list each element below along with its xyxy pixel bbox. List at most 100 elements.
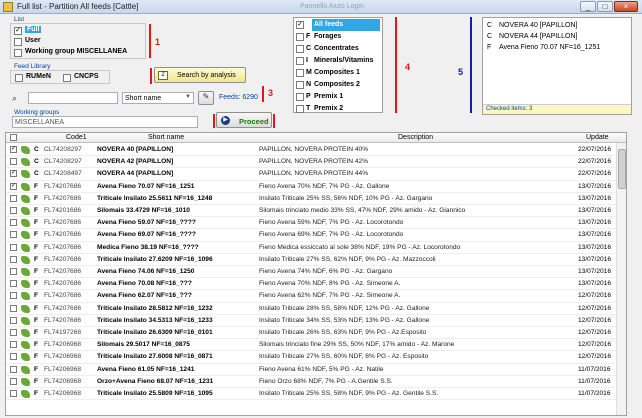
table-row[interactable]: F FL74197268 Triticale Insilato 26.6309 NF…: [6, 327, 626, 340]
table-row[interactable]: F FL74206968 Silomais 29.5017 NF=16_0875 Si…: [6, 339, 626, 352]
category-row[interactable]: T Premix 2: [294, 103, 382, 115]
scrollbar-thumb[interactable]: [618, 149, 626, 189]
table-row[interactable]: F FL74207686 Triticale Insilato 25.5611 NF…: [6, 193, 626, 205]
rumen-checkbox[interactable]: [15, 74, 23, 82]
row-checkbox[interactable]: [10, 390, 17, 397]
select-all-checkbox[interactable]: [10, 134, 17, 141]
row-short-name: Triticale Insilato 28.5812 NF=16_1232: [97, 304, 213, 312]
row-checkbox[interactable]: [10, 243, 17, 251]
close-button[interactable]: ×: [614, 1, 638, 12]
table-row[interactable]: F FL74206968 Triticale Insilato 27.6008 NF…: [6, 351, 626, 364]
table-row[interactable]: ✓ C CL74208297 NOVERA 40 [PAPILLON] PAPILLON…: [6, 144, 626, 157]
row-checkbox[interactable]: [10, 292, 17, 300]
row-checkbox[interactable]: [10, 377, 17, 385]
edit-button[interactable]: ✎: [198, 91, 214, 105]
table-row[interactable]: F FL74207686 Avena Fieno 62.07 NF=16_??? Fi…: [6, 290, 626, 303]
category-checkbox[interactable]: [296, 57, 304, 65]
list-working-group-checkbox[interactable]: [14, 49, 22, 57]
row-checkbox[interactable]: [10, 329, 17, 336]
category-checkbox[interactable]: [296, 69, 304, 77]
proceed-button[interactable]: ▶ Proceed: [216, 112, 272, 128]
maximize-button[interactable]: □: [597, 1, 613, 12]
header-description[interactable]: Description: [398, 134, 433, 141]
row-checkbox[interactable]: [10, 365, 17, 373]
search-input[interactable]: [28, 92, 118, 104]
table-row[interactable]: F FL74207686 Triticale Insilato 27.6209 NF…: [6, 254, 626, 266]
row-checkbox[interactable]: [10, 194, 17, 202]
category-checkbox[interactable]: [296, 93, 304, 101]
row-checkbox[interactable]: [10, 231, 17, 239]
leaf-icon: [21, 170, 30, 179]
category-checkbox[interactable]: [296, 105, 304, 113]
cncps-checkbox[interactable]: [63, 74, 71, 82]
category-row[interactable]: C Concentrates: [294, 43, 382, 55]
chevron-down-icon[interactable]: ▼: [184, 94, 192, 102]
vertical-scrollbar[interactable]: [616, 143, 626, 415]
category-row[interactable]: N Composites 2: [294, 79, 382, 91]
table-row[interactable]: F FL74207686 Avena Fieno 59.07 NF=16_???? F…: [6, 217, 626, 230]
header-update[interactable]: Update: [586, 134, 609, 141]
play-icon: ▶: [221, 116, 230, 125]
table-row[interactable]: F FL74206968 Triticale Insilato 25.5809 NF…: [6, 388, 626, 401]
row-update: 12/07/2016: [578, 304, 612, 312]
sort-select[interactable]: Short name ▼: [122, 92, 194, 104]
category-row[interactable]: ✓ All feeds: [294, 19, 382, 31]
table-row[interactable]: F FL74206968 Orzo+Avena Fieno 68.07 NF=16_…: [6, 376, 626, 388]
row-checkbox[interactable]: [10, 280, 17, 288]
row-short-name: Avena Fieno 62.07 NF=16_???: [97, 292, 192, 300]
row-checkbox[interactable]: [10, 341, 17, 349]
row-checkbox[interactable]: [10, 158, 17, 166]
leaf-icon: [21, 280, 30, 289]
list-full-label: Full: [25, 26, 42, 33]
row-short-name: Triticale Insilato 25.5611 NF=16_1248: [97, 194, 213, 202]
category-row[interactable]: I Minerals/Vitamins: [294, 55, 382, 67]
table-row[interactable]: F FL74207686 Medica Fieno 38.19 NF=16_????…: [6, 242, 626, 254]
checked-items-count: Checked items: 3: [486, 106, 533, 112]
row-checkbox[interactable]: [10, 268, 17, 275]
table-row[interactable]: F FL74207686 Avena Fieno 74.06 NF=16_1250 F…: [6, 266, 626, 279]
row-checkbox[interactable]: [10, 304, 17, 312]
row-checkbox[interactable]: [10, 207, 17, 214]
row-checkbox[interactable]: ✓: [10, 182, 17, 190]
row-checkbox[interactable]: [10, 255, 17, 263]
checked-item[interactable]: F Avena Fieno 70.07 NF=16_1251: [485, 42, 633, 54]
table-row[interactable]: F FL74207686 Triticale Insilato 34.5313 NF…: [6, 315, 626, 327]
row-checkbox[interactable]: [10, 316, 17, 324]
row-checkbox[interactable]: ✓: [10, 146, 17, 153]
category-row[interactable]: M Composites 1: [294, 67, 382, 79]
marker-line-2: [150, 68, 152, 84]
category-checkbox[interactable]: [296, 45, 304, 53]
table-row[interactable]: ✓ C CL74208497 NOVERA 44 [PAPILLON] PAPILLON…: [6, 168, 626, 181]
row-update: 13/07/2016: [578, 194, 612, 202]
table-row[interactable]: F FL74207686 Triticale Insilato 28.5812 NF…: [6, 303, 626, 315]
category-checkbox[interactable]: [296, 33, 304, 41]
category-checkbox[interactable]: [296, 81, 304, 89]
table-row[interactable]: C CL74208297 NOVERA 42 [PAPILLON] PAPILLON,…: [6, 156, 626, 169]
category-row[interactable]: P Premix 1: [294, 91, 382, 103]
table-row[interactable]: F FL74206968 Avena Fieno 61.05 NF=16_1241 F…: [6, 364, 626, 376]
row-update: 13/07/2016: [578, 255, 612, 263]
app-icon: [3, 2, 13, 12]
working-groups-select[interactable]: MISCELLANEA: [12, 116, 198, 128]
table-row[interactable]: ✓ F FL74207686 Avena Fieno 70.07 NF=16_1251…: [6, 181, 626, 193]
category-checkbox[interactable]: ✓: [296, 21, 304, 29]
row-update: 13/07/2016: [578, 207, 612, 214]
row-checkbox[interactable]: [10, 219, 17, 227]
header-code1[interactable]: Code1: [66, 134, 87, 141]
row-code: FL74206968: [44, 341, 82, 349]
list-full-checkbox[interactable]: ✓: [14, 27, 22, 35]
table-row[interactable]: F FL74207686 Avena Fieno 70.08 NF=16_??? Fi…: [6, 278, 626, 291]
rumen-label: RUMeN: [26, 73, 51, 80]
table-row[interactable]: F FL74207686 Avena Fieno 69.07 NF=16_???? F…: [6, 229, 626, 242]
search-by-analysis-button[interactable]: 2 Search by analysis: [154, 67, 246, 83]
row-checkbox[interactable]: ✓: [10, 170, 17, 178]
category-row[interactable]: F Forages: [294, 31, 382, 43]
row-description: Silomais trinciato fine 29% SS, 50% NDF,…: [259, 341, 455, 349]
list-user-checkbox[interactable]: [14, 38, 22, 46]
table-row[interactable]: F FL74201686 Silomais 33.4729 NF=16_1010 Si…: [6, 205, 626, 218]
row-checkbox[interactable]: [10, 353, 17, 361]
row-code: FL74207686: [44, 255, 82, 263]
header-short-name[interactable]: Short name: [148, 134, 184, 141]
leaf-icon: [21, 292, 30, 301]
minimize-button[interactable]: _: [580, 1, 596, 12]
